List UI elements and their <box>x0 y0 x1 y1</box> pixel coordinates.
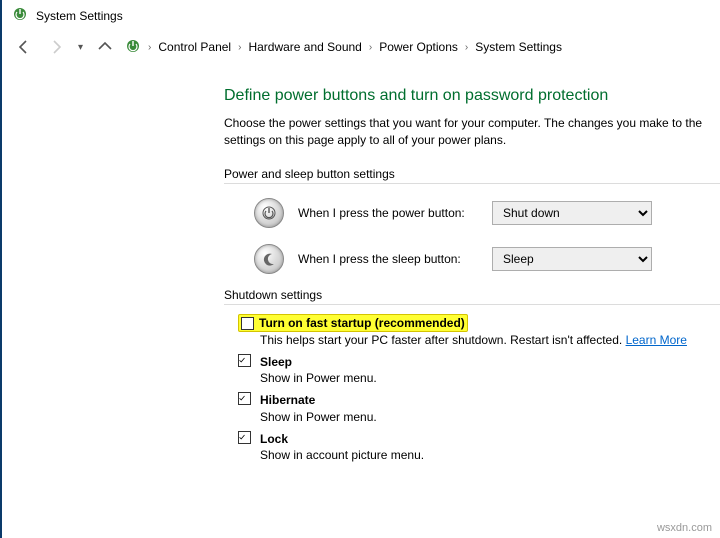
window-title: System Settings <box>36 9 123 23</box>
breadcrumb-item[interactable]: Control Panel <box>158 40 231 54</box>
hibernate-option: Hibernate Show in Power menu. <box>224 389 720 427</box>
fast-startup-checkbox[interactable] <box>241 317 254 330</box>
sleep-button-row: When I press the sleep button: Sleep <box>224 236 720 282</box>
power-icon <box>254 198 284 228</box>
breadcrumb-item[interactable]: System Settings <box>475 40 562 54</box>
power-options-icon <box>12 6 28 25</box>
chevron-right-icon[interactable]: › <box>145 42 154 53</box>
sleep-button-label: When I press the sleep button: <box>298 252 478 266</box>
fast-startup-option: Turn on fast startup (recommended) This … <box>224 311 720 351</box>
lock-checkbox[interactable] <box>238 431 251 444</box>
forward-button[interactable] <box>44 35 68 59</box>
section-shutdown: Shutdown settings <box>224 288 720 305</box>
power-options-icon <box>125 38 141 57</box>
section-power-sleep: Power and sleep button settings <box>224 167 720 184</box>
sleep-option: Sleep Show in Power menu. <box>224 351 720 389</box>
breadcrumb-item[interactable]: Power Options <box>379 40 458 54</box>
hibernate-sub: Show in Power menu. <box>260 409 720 425</box>
title-bar: System Settings <box>2 0 720 31</box>
chevron-right-icon[interactable]: › <box>235 42 244 53</box>
fast-startup-title: Turn on fast startup (recommended) <box>259 316 465 330</box>
nav-toolbar: ▾ › Control Panel › Hardware and Sound ›… <box>2 31 720 69</box>
sleep-checkbox[interactable] <box>238 354 251 367</box>
hibernate-checkbox[interactable] <box>238 392 251 405</box>
hibernate-title: Hibernate <box>260 393 315 407</box>
fast-startup-sub: This helps start your PC faster after sh… <box>260 333 626 347</box>
power-button-row: When I press the power button: Shut down <box>224 190 720 236</box>
lock-option: Lock Show in account picture menu. <box>224 428 720 466</box>
sleep-icon <box>254 244 284 274</box>
chevron-right-icon[interactable]: › <box>366 42 375 53</box>
content-area: Define power buttons and turn on passwor… <box>2 69 720 466</box>
watermark: wsxdn.com <box>657 522 712 534</box>
power-button-label: When I press the power button: <box>298 206 478 220</box>
sleep-button-select[interactable]: Sleep <box>492 247 652 271</box>
chevron-right-icon[interactable]: › <box>462 42 471 53</box>
page-description: Choose the power settings that you want … <box>224 115 720 149</box>
lock-sub: Show in account picture menu. <box>260 447 720 463</box>
sleep-sub: Show in Power menu. <box>260 370 720 386</box>
back-button[interactable] <box>12 35 36 59</box>
up-button[interactable] <box>93 35 117 59</box>
lock-title: Lock <box>260 432 288 446</box>
recent-dropdown-icon[interactable]: ▾ <box>76 42 85 53</box>
sleep-title: Sleep <box>260 355 292 369</box>
breadcrumb: › Control Panel › Hardware and Sound › P… <box>125 38 562 57</box>
breadcrumb-item[interactable]: Hardware and Sound <box>248 40 361 54</box>
page-title: Define power buttons and turn on passwor… <box>224 87 720 105</box>
power-button-select[interactable]: Shut down <box>492 201 652 225</box>
learn-more-link[interactable]: Learn More <box>626 333 687 347</box>
